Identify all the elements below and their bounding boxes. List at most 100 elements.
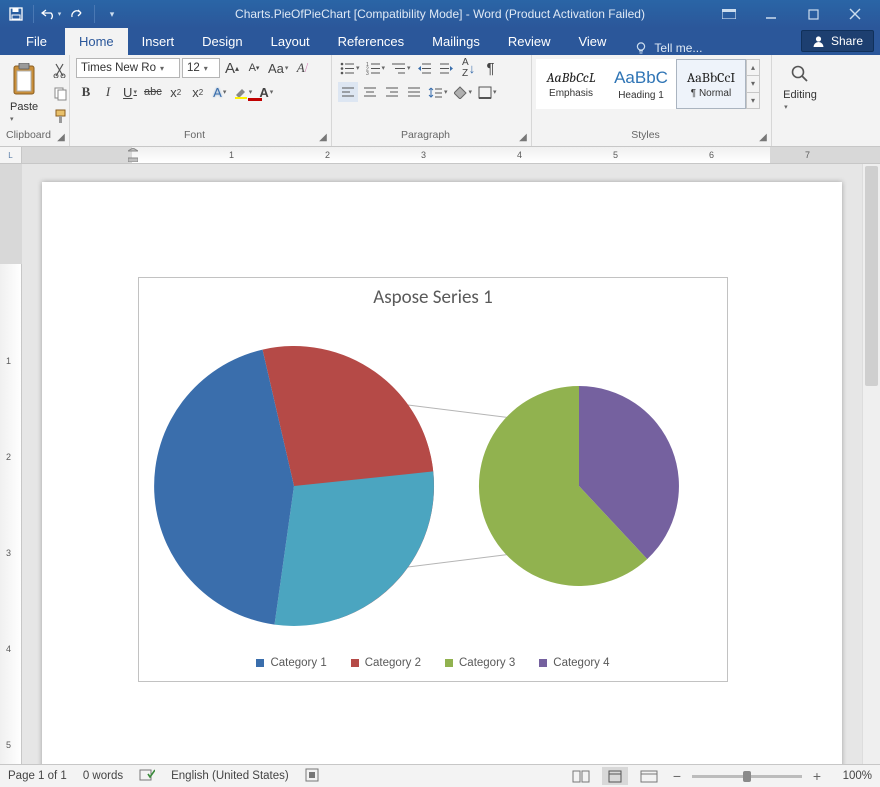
dialog-launcher-icon[interactable]: ◢ bbox=[317, 132, 329, 144]
font-name-select[interactable]: Times New Ro▾ bbox=[76, 58, 180, 78]
customize-qat-icon[interactable]: ▾ bbox=[100, 3, 124, 25]
align-center-button[interactable] bbox=[360, 82, 380, 102]
tell-me-label: Tell me... bbox=[654, 41, 702, 55]
svg-text:2: 2 bbox=[325, 150, 330, 160]
zoom-in-button[interactable]: + bbox=[810, 768, 824, 784]
secondary-pie bbox=[479, 386, 679, 586]
increase-indent-button[interactable] bbox=[437, 58, 457, 78]
undo-icon[interactable]: ▾ bbox=[39, 3, 63, 25]
svg-text:1: 1 bbox=[229, 150, 234, 160]
tab-mailings[interactable]: Mailings bbox=[418, 28, 494, 55]
font-color-button[interactable]: A▾ bbox=[256, 82, 276, 102]
italic-button[interactable]: I bbox=[98, 82, 118, 102]
bold-button[interactable]: B bbox=[76, 82, 96, 102]
vertical-ruler[interactable]: 123 45 bbox=[0, 164, 22, 764]
grow-font-button[interactable]: A▴ bbox=[222, 58, 242, 78]
redo-icon[interactable] bbox=[65, 3, 89, 25]
horizontal-ruler[interactable]: 123 456 7 bbox=[22, 147, 880, 164]
clear-format-button[interactable]: A⧸ bbox=[292, 58, 312, 78]
align-right-button[interactable] bbox=[382, 82, 402, 102]
change-case-button[interactable]: Aa▾ bbox=[266, 58, 290, 78]
dialog-launcher-icon[interactable]: ◢ bbox=[55, 132, 67, 144]
tab-insert[interactable]: Insert bbox=[128, 28, 189, 55]
macro-icon[interactable] bbox=[305, 768, 319, 785]
line-spacing-button[interactable]: ▾ bbox=[426, 82, 450, 102]
word-count[interactable]: 0 words bbox=[83, 770, 123, 782]
style-emphasis[interactable]: AaBbCcL Emphasis bbox=[536, 59, 606, 109]
chevron-down-icon[interactable]: ▾ bbox=[747, 76, 759, 92]
style-name: Emphasis bbox=[549, 88, 593, 99]
group-clipboard-label: Clipboard bbox=[6, 129, 51, 141]
sort-button[interactable]: AZ↓ bbox=[459, 58, 479, 78]
cut-button[interactable] bbox=[50, 60, 70, 80]
clipboard-icon bbox=[11, 60, 39, 100]
language-indicator[interactable]: English (United States) bbox=[171, 770, 289, 782]
spellcheck-icon[interactable] bbox=[139, 768, 155, 785]
save-icon[interactable] bbox=[4, 3, 28, 25]
paste-label: Paste bbox=[10, 101, 38, 113]
shading-button[interactable]: ▾ bbox=[452, 82, 475, 102]
minimize-icon[interactable] bbox=[750, 3, 792, 25]
shrink-font-button[interactable]: A▾ bbox=[244, 58, 264, 78]
numbering-button[interactable]: 123▾ bbox=[364, 58, 388, 78]
dialog-launcher-icon[interactable]: ◢ bbox=[757, 132, 769, 144]
close-icon[interactable] bbox=[834, 3, 876, 25]
zoom-out-button[interactable]: − bbox=[670, 768, 684, 784]
ribbon-tabs: File Home Insert Design Layout Reference… bbox=[0, 28, 880, 55]
svg-text:3: 3 bbox=[6, 548, 11, 558]
status-bar: Page 1 of 1 0 words English (United Stat… bbox=[0, 764, 880, 787]
svg-text:7: 7 bbox=[805, 150, 810, 160]
styles-more-icon[interactable]: ▾ bbox=[747, 93, 759, 108]
strike-button[interactable]: abc bbox=[142, 82, 164, 102]
chevron-up-icon[interactable]: ▴ bbox=[747, 60, 759, 76]
share-button[interactable]: Share bbox=[801, 30, 874, 52]
dialog-launcher-icon[interactable]: ◢ bbox=[517, 132, 529, 144]
tab-selector[interactable]: L bbox=[0, 147, 22, 164]
font-size-select[interactable]: 12▾ bbox=[182, 58, 220, 78]
print-layout-button[interactable] bbox=[602, 767, 628, 785]
page-indicator[interactable]: Page 1 of 1 bbox=[8, 770, 67, 782]
zoom-slider[interactable] bbox=[692, 775, 802, 778]
read-mode-button[interactable] bbox=[568, 767, 594, 785]
multilevel-button[interactable]: ▾ bbox=[389, 58, 413, 78]
font-name-value: Times New Ro bbox=[81, 62, 156, 74]
vertical-scrollbar[interactable] bbox=[862, 164, 880, 764]
format-painter-button[interactable] bbox=[50, 106, 70, 126]
zoom-level[interactable]: 100% bbox=[832, 770, 872, 782]
editing-menu[interactable]: Editing▾ bbox=[779, 58, 821, 114]
copy-button[interactable] bbox=[50, 83, 70, 103]
style-heading1[interactable]: AaBbC Heading 1 bbox=[606, 59, 676, 109]
ribbon-options-icon[interactable] bbox=[708, 3, 750, 25]
decrease-indent-button[interactable] bbox=[415, 58, 435, 78]
bullets-button[interactable]: ▾ bbox=[338, 58, 362, 78]
window-title: Charts.PieOfPieChart [Compatibility Mode… bbox=[235, 7, 645, 21]
subscript-button[interactable]: x2 bbox=[166, 82, 186, 102]
superscript-button[interactable]: x2 bbox=[188, 82, 208, 102]
tab-home[interactable]: Home bbox=[65, 28, 128, 55]
underline-button[interactable]: U▾ bbox=[120, 82, 140, 102]
font-size-value: 12 bbox=[187, 62, 200, 74]
justify-button[interactable] bbox=[404, 82, 424, 102]
tab-design[interactable]: Design bbox=[188, 28, 256, 55]
tab-view[interactable]: View bbox=[564, 28, 620, 55]
style-normal[interactable]: AaBbCcI ¶ Normal bbox=[676, 59, 746, 109]
tab-layout[interactable]: Layout bbox=[257, 28, 324, 55]
show-marks-button[interactable]: ¶ bbox=[481, 58, 501, 78]
legend-item: Category 3 bbox=[445, 657, 515, 669]
ribbon: Paste ▾ Clipboard◢ Times New Ro▾ 12▾ A▴ … bbox=[0, 55, 880, 147]
editing-label: Editing bbox=[783, 89, 817, 101]
web-layout-button[interactable] bbox=[636, 767, 662, 785]
maximize-icon[interactable] bbox=[792, 3, 834, 25]
tab-file[interactable]: File bbox=[8, 28, 65, 55]
document-page[interactable]: Aspose Series 1 bbox=[42, 182, 842, 764]
pie-of-pie-chart[interactable]: Aspose Series 1 bbox=[138, 277, 728, 682]
text-effects-button[interactable]: A▾ bbox=[210, 82, 230, 102]
styles-scroll[interactable]: ▴ ▾ ▾ bbox=[746, 59, 760, 109]
paste-button[interactable]: Paste ▾ bbox=[6, 58, 44, 126]
tell-me-search[interactable]: Tell me... bbox=[634, 41, 702, 55]
tab-references[interactable]: References bbox=[324, 28, 418, 55]
tab-review[interactable]: Review bbox=[494, 28, 565, 55]
svg-text:2: 2 bbox=[6, 452, 11, 462]
align-left-button[interactable] bbox=[338, 82, 358, 102]
borders-button[interactable]: ▾ bbox=[476, 82, 499, 102]
